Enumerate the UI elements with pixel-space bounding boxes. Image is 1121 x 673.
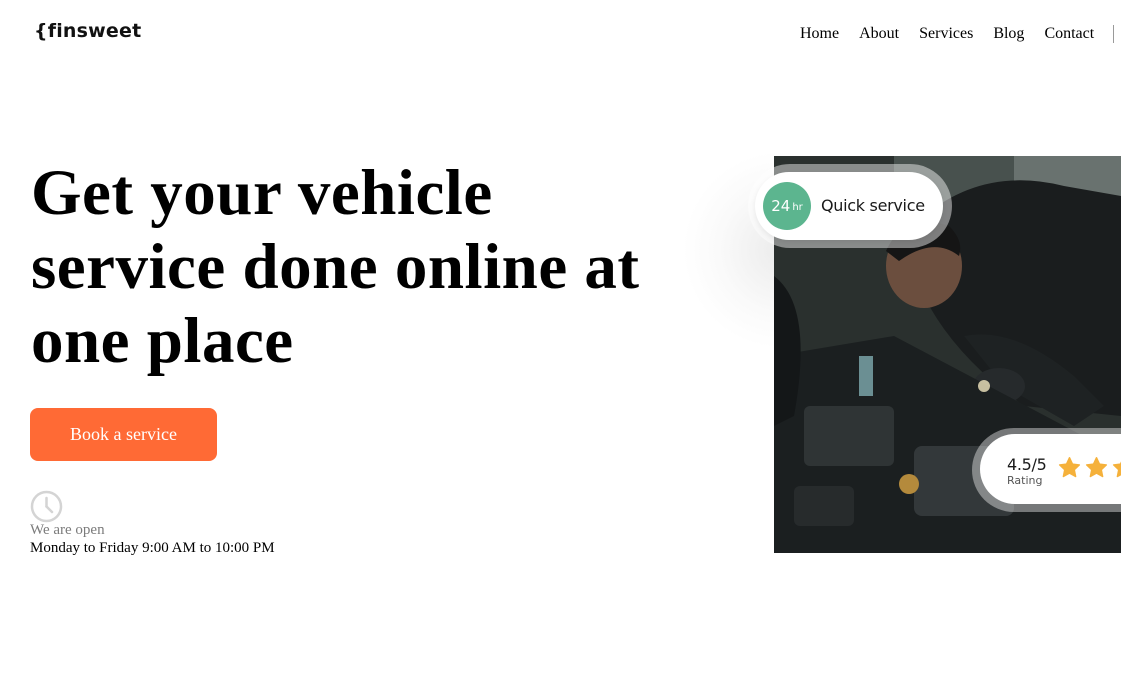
hours-badge-number: 24 xyxy=(771,197,791,215)
open-label: We are open xyxy=(30,522,105,538)
rating-label: Rating xyxy=(1007,474,1043,487)
hours-badge: 24 hr xyxy=(763,182,811,230)
nav-blog[interactable]: Blog xyxy=(993,24,1024,44)
rating-value: 4.5/5 xyxy=(1007,455,1047,474)
nav-divider xyxy=(1113,25,1114,43)
hero-title-line-3: one place xyxy=(31,305,294,377)
rating-stars xyxy=(1058,456,1121,482)
star-icon xyxy=(1112,461,1121,478)
clock-icon xyxy=(30,490,63,523)
open-hours: Monday to Friday 9:00 AM to 10:00 PM xyxy=(30,540,275,556)
brand-logo[interactable]: {finsweet xyxy=(34,20,141,42)
quick-service-label: Quick service xyxy=(821,196,925,215)
nav-home[interactable]: Home xyxy=(800,24,839,44)
nav-services[interactable]: Services xyxy=(919,24,973,44)
hours-badge-unit: hr xyxy=(792,202,803,213)
book-service-button[interactable]: Book a service xyxy=(30,408,217,461)
star-icon xyxy=(1058,457,1081,478)
nav-about[interactable]: About xyxy=(859,24,899,44)
main-nav: Home About Services Blog Contact xyxy=(800,24,1094,44)
nav-contact[interactable]: Contact xyxy=(1044,24,1094,44)
hero-title-line-1: Get your vehicle xyxy=(31,157,493,229)
hero-title-line-2: service done online at xyxy=(31,231,640,303)
hero-title: Get your vehicle service done online at … xyxy=(31,156,671,378)
star-icon xyxy=(1085,457,1108,478)
